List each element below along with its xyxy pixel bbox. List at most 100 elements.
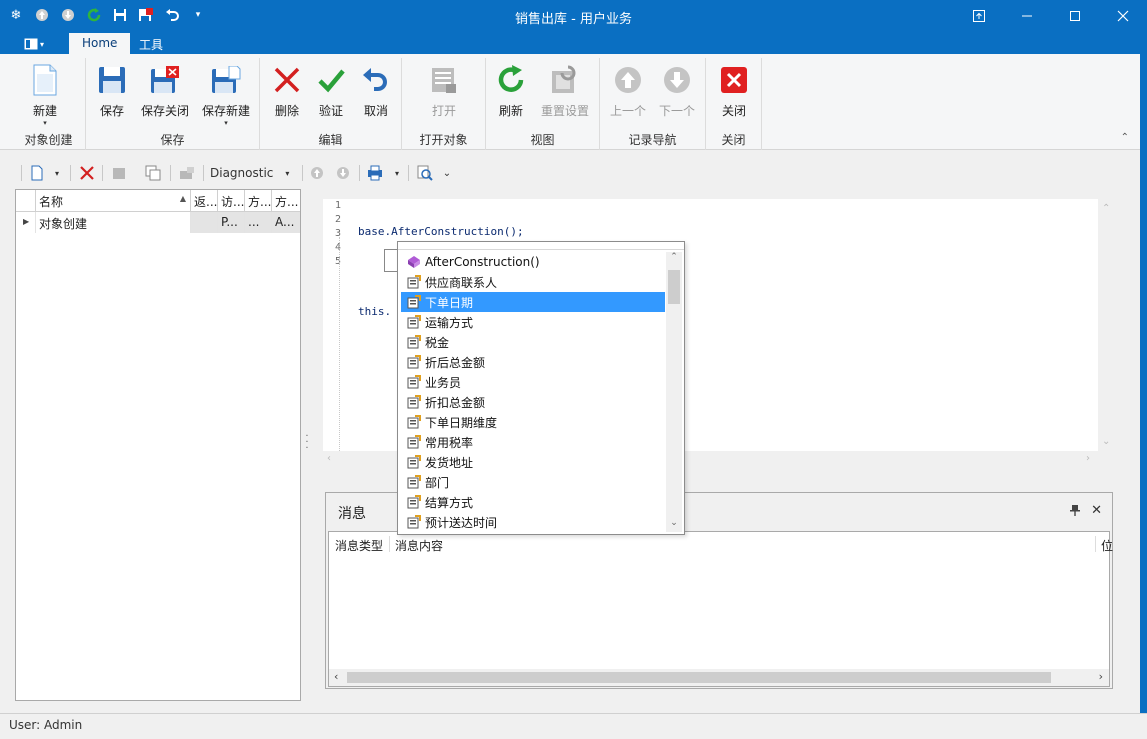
toolbar-separator bbox=[21, 165, 22, 181]
maximize-icon[interactable] bbox=[1051, 0, 1099, 32]
nav-down-icon[interactable] bbox=[334, 164, 352, 182]
close-icon[interactable]: ✕ bbox=[1091, 503, 1102, 518]
caret-box bbox=[384, 249, 398, 272]
tree-row[interactable]: ▶ 对象创建 P... ... A... bbox=[16, 212, 300, 233]
save-button-label: 保存 bbox=[99, 104, 124, 118]
ribbon-group-label: 对象创建 bbox=[24, 133, 73, 147]
open-button[interactable]: 打开 bbox=[416, 60, 472, 132]
autocomplete-item[interactable]: 发货地址 bbox=[401, 452, 665, 472]
scroll-down-arrow-icon[interactable]: ⌄ bbox=[666, 518, 682, 532]
save-icon bbox=[96, 64, 128, 96]
scroll-right-arrow-icon[interactable]: › bbox=[1099, 670, 1103, 683]
autocomplete-item[interactable]: 预计送达时间 bbox=[401, 512, 665, 532]
autocomplete-item[interactable]: 折后总金额 bbox=[401, 352, 665, 372]
autocomplete-item[interactable]: 折扣总金额 bbox=[401, 392, 665, 412]
message-col-type[interactable]: 消息类型 bbox=[335, 537, 383, 554]
open-item-icon[interactable] bbox=[110, 164, 128, 182]
scroll-down-arrow-icon[interactable]: ⌄ bbox=[1102, 436, 1110, 447]
column-separator bbox=[1095, 536, 1096, 552]
link-item-icon[interactable] bbox=[178, 164, 196, 182]
pin-window-icon[interactable] bbox=[955, 0, 1003, 32]
indent-guide bbox=[339, 237, 340, 451]
chevron-down-icon[interactable]: ⌄ bbox=[440, 164, 454, 182]
window-close-icon[interactable] bbox=[1099, 0, 1147, 32]
popup-header bbox=[398, 242, 684, 250]
message-col-content[interactable]: 消息内容 bbox=[395, 537, 443, 554]
save-new-icon bbox=[210, 64, 242, 96]
message-col-position[interactable]: 位 bbox=[1101, 537, 1113, 554]
close-button[interactable]: 关闭 bbox=[706, 60, 762, 132]
save-close-icon bbox=[149, 64, 181, 96]
autocomplete-item-label: 常用税率 bbox=[425, 435, 474, 450]
toolbar-separator bbox=[70, 165, 71, 181]
message-horizontal-scrollbar[interactable]: ‹ › bbox=[329, 669, 1109, 686]
copy-item-icon[interactable] bbox=[144, 164, 162, 182]
tree-col-5[interactable]: 方... bbox=[272, 190, 300, 212]
property-icon bbox=[407, 315, 421, 329]
save-close-button[interactable]: 保存关闭 bbox=[137, 60, 193, 132]
tree-col-4[interactable]: 方... bbox=[245, 190, 272, 212]
autocomplete-item[interactable]: 税金 bbox=[401, 332, 665, 352]
save-button[interactable]: 保存 bbox=[84, 60, 140, 132]
refresh-button[interactable]: 刷新 bbox=[483, 60, 539, 132]
autocomplete-scrollbar[interactable]: ⌃ ⌄ bbox=[666, 252, 682, 532]
property-icon bbox=[407, 295, 421, 309]
tree-col-name[interactable]: 名称 ▲ bbox=[36, 190, 191, 212]
autocomplete-item[interactable]: 部门 bbox=[401, 472, 665, 492]
scroll-up-arrow-icon[interactable]: ⌃ bbox=[666, 252, 682, 266]
delete-item-icon[interactable] bbox=[78, 164, 96, 182]
next-record-button[interactable]: 下一个 bbox=[649, 60, 705, 132]
expand-arrow-icon[interactable]: ▶ bbox=[16, 212, 36, 233]
chevron-down-icon[interactable]: ▾ bbox=[52, 164, 62, 182]
new-item-icon[interactable] bbox=[28, 164, 46, 182]
toolbar-separator bbox=[203, 165, 204, 181]
reset-settings-button[interactable]: 重置设置 bbox=[537, 60, 593, 132]
autocomplete-item[interactable]: 业务员 bbox=[401, 372, 665, 392]
collapse-ribbon-icon[interactable]: ⌃ bbox=[1121, 132, 1129, 143]
minimize-icon[interactable] bbox=[1003, 0, 1051, 32]
autocomplete-item[interactable]: 结算方式 bbox=[401, 492, 665, 512]
ribbon-group-record-nav: 上一个 下一个 记录导航 bbox=[600, 58, 706, 150]
autocomplete-item-label: 运输方式 bbox=[425, 315, 474, 330]
diagnostic-combo[interactable]: Diagnostic ▾ bbox=[210, 164, 300, 182]
inspect-icon[interactable] bbox=[416, 164, 434, 182]
scroll-right-arrow-icon[interactable]: › bbox=[1086, 453, 1090, 464]
new-document-icon bbox=[29, 64, 61, 96]
app-menu-button[interactable]: ▾ bbox=[14, 34, 54, 54]
chevron-down-icon[interactable]: ▾ bbox=[392, 164, 402, 182]
previous-record-button[interactable]: 上一个 bbox=[600, 60, 656, 132]
close-button-label: 关闭 bbox=[721, 104, 746, 118]
autocomplete-item[interactable]: 供应商联系人 bbox=[401, 272, 665, 292]
scroll-left-arrow-icon[interactable]: ‹ bbox=[327, 453, 331, 464]
ribbon-group-label: 视图 bbox=[530, 133, 555, 147]
tree-col-3[interactable]: 访... bbox=[218, 190, 245, 212]
scroll-left-arrow-icon[interactable]: ‹ bbox=[334, 670, 338, 683]
pin-icon[interactable] bbox=[1070, 505, 1080, 519]
nav-up-icon[interactable] bbox=[308, 164, 326, 182]
splitter-handle[interactable]: · · · bbox=[304, 432, 310, 454]
print-icon[interactable] bbox=[366, 164, 384, 182]
scroll-up-arrow-icon[interactable]: ⌃ bbox=[1102, 203, 1110, 214]
autocomplete-item-label: AfterConstruction() bbox=[425, 255, 540, 269]
autocomplete-item[interactable]: 运输方式 bbox=[401, 312, 665, 332]
ribbon-group-save: 保存 保存关闭 保存新建 ▾ 保存 bbox=[86, 58, 260, 150]
toolbar-separator bbox=[408, 165, 409, 181]
new-button[interactable]: 新建 ▾ bbox=[17, 60, 73, 132]
cancel-button[interactable]: 取消 bbox=[348, 60, 404, 132]
chevron-down-icon: ▾ bbox=[285, 168, 290, 178]
scroll-thumb[interactable] bbox=[347, 672, 1051, 683]
autocomplete-item[interactable]: 常用税率 bbox=[401, 432, 665, 452]
save-new-button[interactable]: 保存新建 ▾ bbox=[198, 60, 254, 132]
autocomplete-item[interactable]: AfterConstruction() bbox=[401, 252, 665, 272]
editor-vertical-scrollbar[interactable]: ⌃ ⌄ bbox=[1100, 199, 1114, 451]
tab-tools[interactable]: 工具 bbox=[126, 33, 176, 54]
autocomplete-item[interactable]: 下单日期 bbox=[401, 292, 665, 312]
tab-home[interactable]: Home bbox=[69, 33, 131, 54]
autocomplete-popup: AfterConstruction() 供应商联系人 下单日期运输方式税金 折后总金额… bbox=[397, 241, 685, 535]
method-icon bbox=[407, 255, 421, 269]
scroll-thumb[interactable] bbox=[668, 270, 680, 304]
tree-col-2[interactable]: 返... bbox=[191, 190, 218, 212]
ribbon-group-label: 编辑 bbox=[318, 133, 343, 147]
property-icon bbox=[407, 515, 421, 529]
autocomplete-item[interactable]: 下单日期维度 bbox=[401, 412, 665, 432]
